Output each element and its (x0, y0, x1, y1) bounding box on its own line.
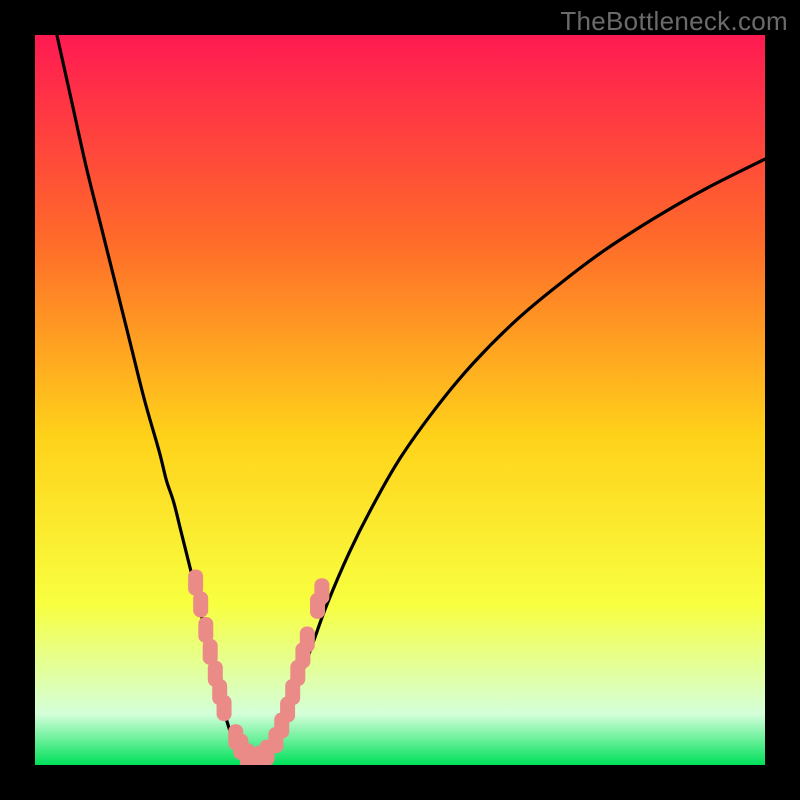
curve-layer (35, 35, 765, 765)
data-marker (314, 578, 329, 604)
plot-area (35, 35, 765, 765)
data-marker (193, 591, 208, 617)
data-marker (217, 695, 232, 721)
watermark-text: TheBottleneck.com (560, 6, 788, 37)
data-marker (300, 626, 315, 652)
marker-group (188, 570, 329, 766)
chart-frame: TheBottleneck.com (0, 0, 800, 800)
bottleneck-curve (57, 35, 765, 761)
